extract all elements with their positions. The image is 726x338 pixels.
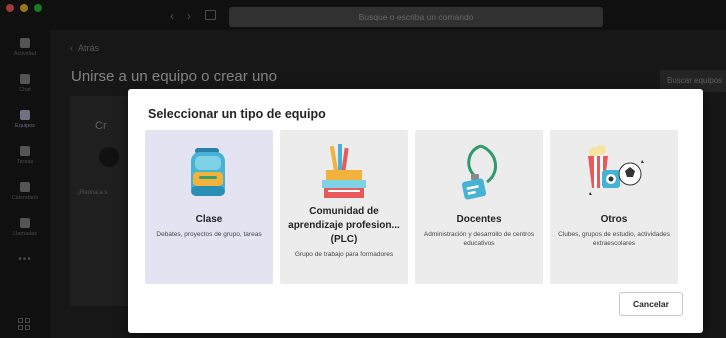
card-title: Clase	[195, 214, 223, 225]
card-description: Grupo de trabajo para formadores	[294, 251, 394, 258]
backpack-icon	[191, 148, 225, 196]
dialog-title: Seleccionar un tipo de equipo	[148, 107, 326, 121]
card-title: Otros	[600, 214, 628, 225]
team-type-dialog: Seleccionar un tipo de equipo Clase Deba…	[128, 89, 703, 333]
team-type-card-teachers[interactable]: Docentes Administración y desarrollo de …	[415, 130, 543, 284]
card-description: Debates, proyectos de grupo, tareas	[156, 231, 262, 238]
books-pencils-icon	[322, 144, 366, 198]
card-title: Docentes	[456, 214, 502, 225]
team-type-card-plc[interactable]: Comunidad de aprendizaje profesion... (P…	[280, 130, 408, 284]
cancel-button[interactable]: Cancelar	[619, 292, 683, 316]
card-description: Administración y desarrollo de centros e…	[423, 231, 535, 247]
card-description: Clubes, grupos de estudio, actividades e…	[558, 231, 670, 247]
popcorn-ball-icon	[588, 145, 644, 195]
lanyard-badge-icon	[461, 144, 497, 200]
team-type-card-class[interactable]: Clase Debates, proyectos de grupo, tarea…	[145, 130, 273, 284]
team-type-card-other[interactable]: Otros Clubes, grupos de estudio, activid…	[550, 130, 678, 284]
card-title: Comunidad de aprendizaje profesion... (P…	[288, 206, 400, 245]
teams-app-window: ‹ › Busque o escriba un comando Activida…	[0, 0, 726, 338]
